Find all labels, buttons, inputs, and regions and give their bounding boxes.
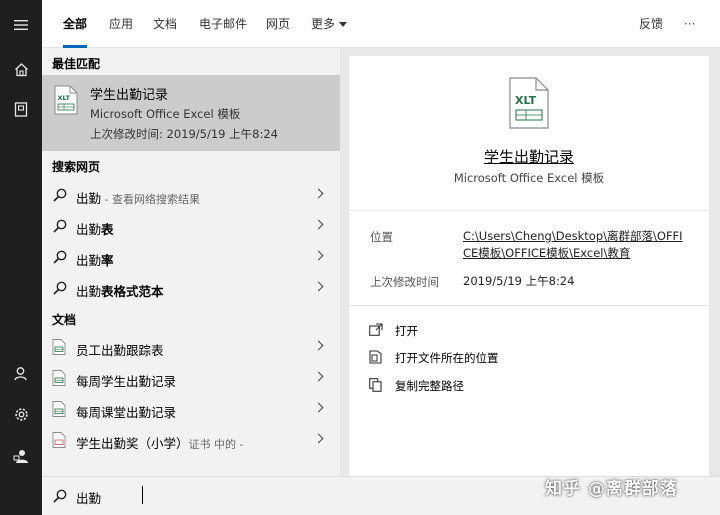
best-match-modified: 上次修改时间: 2019/5/19 上午8:24 [90,127,278,141]
feedback-button[interactable]: 反馈 [639,0,663,48]
word-file-icon [52,432,68,448]
tab-documents[interactable]: 文档 [153,0,177,48]
more-options-button[interactable]: ··· [684,0,695,48]
folder-icon [369,350,382,367]
search-icon [52,488,68,507]
account-icon[interactable] [0,358,42,388]
location-path-link[interactable]: C:\Users\Cheng\Desktop\离群部落\OFFICE模板\OFF… [463,228,688,262]
document-item[interactable]: 每周学生出勤记录 [42,363,340,394]
web-result-label: 出勤表格式范本 [76,281,164,300]
results-panel: 最佳匹配 XLT 学生出勤记录 Microsoft Office Excel 模… [42,48,340,476]
tab-web[interactable]: 网页 [266,0,290,48]
chevron-right-icon[interactable] [313,402,324,413]
chevron-right-icon[interactable] [313,250,324,261]
tab-more[interactable]: 更多 [311,0,348,48]
web-result-item[interactable]: 出勤表格式范本 [42,273,340,304]
web-result-label: 出勤率 [76,250,114,269]
best-match-item[interactable]: XLT 学生出勤记录 Microsoft Office Excel 模板 上次修… [42,75,340,151]
section-heading-search-web: 搜索网页 [52,160,101,174]
copy-icon [369,378,382,395]
preview-title[interactable]: 学生出勤记录 [349,146,709,167]
svg-text:XLT: XLT [58,94,71,102]
copy-full-path-label: 复制完整路径 [395,379,464,393]
search-icon [52,187,68,203]
best-match-type: Microsoft Office Excel 模板 [90,107,241,121]
preview-header-card: XLT 学生出勤记录 Microsoft Office Excel 模板 [349,56,709,210]
web-result-bold: 率 [101,253,114,268]
web-result-prefix: 出勤 [76,253,102,268]
document-title: 每周学生出勤记录 [76,374,177,389]
preview-details-card: 位置 C:\Users\Cheng\Desktop\离群部落\OFFICE模板\… [349,211,709,305]
document-label: 学生出勤奖（小学）证书 中的 - [76,433,243,452]
home-icon[interactable] [0,54,42,84]
open-action-label: 打开 [395,324,418,338]
chevron-right-icon[interactable] [313,219,324,230]
xlt-file-icon: XLT [54,85,78,118]
watermark-text: 知乎 @离群部落 [545,479,678,499]
web-result-prefix: 出勤 [76,222,102,237]
tab-email[interactable]: 电子邮件 [199,0,247,48]
web-result-prefix: 出勤 [76,284,102,299]
filter-tab-bar: 全部 应用 文档 电子邮件 网页 更多 反馈 ··· [42,0,720,48]
settings-gear-icon[interactable] [0,399,42,429]
preview-actions-card: 打开 打开文件所在的位置 复制完整路径 [349,306,709,476]
web-result-item[interactable]: 出勤 - 查看网络搜索结果 [42,180,340,211]
document-title: 学生出勤奖（小学） [76,436,189,451]
excel-file-icon [52,370,68,386]
modified-label: 上次修改时间 [370,275,439,289]
document-item[interactable]: 学生出勤奖（小学）证书 中的 - [42,425,340,456]
tab-all[interactable]: 全部 [63,0,88,48]
modified-value: 2019/5/19 上午8:24 [463,274,575,288]
document-title: 每周课堂出勤记录 [76,405,177,420]
search-icon [52,218,68,234]
search-icon [52,280,68,296]
section-heading-documents: 文档 [52,313,77,327]
document-label: 每周学生出勤记录 [76,371,176,390]
web-result-bold: 表 [101,222,114,237]
text-cursor [142,486,143,504]
web-result-item[interactable]: 出勤率 [42,242,340,273]
excel-file-icon [52,401,68,417]
left-rail [0,0,42,515]
section-heading-best-match: 最佳匹配 [52,57,101,71]
document-item[interactable]: 每周课堂出勤记录 [42,394,340,425]
chevron-right-icon[interactable] [313,340,324,351]
open-file-location-label: 打开文件所在的位置 [395,351,499,365]
location-label: 位置 [370,230,393,244]
xlt-file-large-icon: XLT [509,77,549,132]
preview-type: Microsoft Office Excel 模板 [453,171,605,185]
chevron-right-icon[interactable] [313,371,324,382]
excel-file-icon [52,339,68,355]
web-result-suffix: - 查看网络搜索结果 [101,193,200,206]
tab-apps[interactable]: 应用 [109,0,133,48]
document-label: 每周课堂出勤记录 [76,402,176,421]
hamburger-menu-icon[interactable] [0,10,42,40]
tab-more-label: 更多 [311,17,336,31]
documents-nav-icon[interactable] [0,94,42,124]
document-suffix: 证书 中的 - [188,438,244,451]
open-icon [369,323,383,339]
best-match-title: 学生出勤记录 [90,88,169,103]
svg-text:XLT: XLT [515,94,537,107]
chevron-right-icon[interactable] [313,281,324,292]
web-result-prefix: 出勤 [76,191,102,206]
document-title: 员工出勤跟踪表 [76,343,164,358]
chevron-down-icon [339,22,348,27]
chevron-right-icon[interactable] [313,433,324,444]
search-input[interactable]: 出勤 [76,488,101,507]
web-result-bold: 表格式范本 [101,284,164,299]
document-label: 员工出勤跟踪表 [76,340,164,359]
feedback-person-icon[interactable] [0,441,42,471]
chevron-right-icon[interactable] [313,188,324,199]
web-result-item[interactable]: 出勤表 [42,211,340,242]
document-item[interactable]: 员工出勤跟踪表 [42,332,340,363]
web-result-label: 出勤 - 查看网络搜索结果 [76,188,200,207]
search-icon [52,249,68,265]
web-result-label: 出勤表 [76,219,114,238]
